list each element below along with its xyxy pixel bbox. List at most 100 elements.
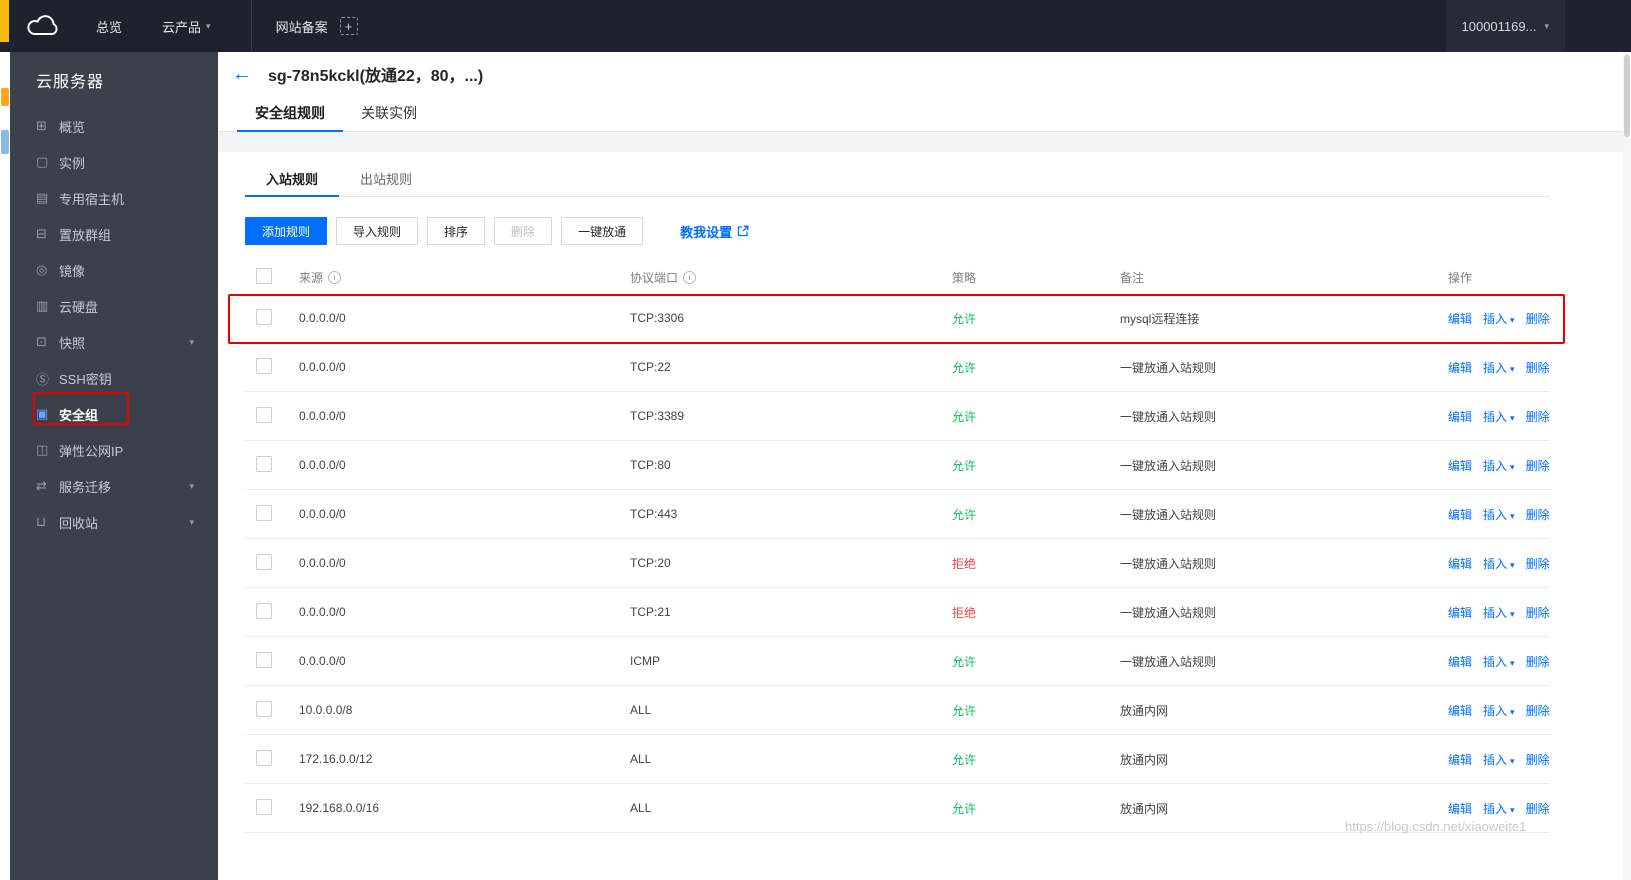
- sort-button[interactable]: 排序: [427, 217, 486, 245]
- chevron-down-icon: ▾: [1510, 461, 1515, 472]
- sidebar-item-dedicated-host[interactable]: ▤ 专用宿主机: [10, 180, 218, 216]
- delete-link[interactable]: 删除: [1526, 653, 1550, 670]
- sidebar-item-snapshot[interactable]: ⊡ 快照 ▾: [10, 324, 218, 360]
- rule-note: mysql远程连接: [1120, 311, 1200, 326]
- sidebar-item-cloud-disk[interactable]: ▥ 云硬盘: [10, 288, 218, 324]
- rule-policy: 允许: [952, 801, 977, 816]
- browser-bookmark-icon: [1, 130, 9, 154]
- edit-link[interactable]: 编辑: [1448, 800, 1472, 817]
- edit-link[interactable]: 编辑: [1448, 408, 1472, 425]
- delete-link[interactable]: 删除: [1526, 702, 1550, 719]
- help-link[interactable]: 教我设置: [680, 222, 749, 241]
- insert-link[interactable]: 插入 ▾: [1483, 506, 1515, 523]
- row-checkbox[interactable]: [256, 602, 272, 619]
- chevron-down-icon: ▾: [1510, 412, 1515, 423]
- rule-port: TCP:3306: [630, 311, 685, 325]
- insert-link[interactable]: 插入 ▾: [1483, 751, 1515, 768]
- row-checkbox[interactable]: [256, 798, 272, 815]
- scrollbar-thumb[interactable]: [1624, 55, 1630, 137]
- add-tab-icon[interactable]: +: [339, 17, 358, 35]
- info-icon[interactable]: i: [683, 271, 697, 284]
- import-rule-button[interactable]: 导入规则: [336, 217, 419, 245]
- sidebar-item-placement-group[interactable]: ⊟ 置放群组: [10, 216, 218, 252]
- account-dropdown[interactable]: 100001169... ▾: [1445, 0, 1565, 52]
- delete-link[interactable]: 删除: [1526, 408, 1550, 425]
- section-divider-band: [218, 132, 1631, 152]
- rules-toolbar: 添加规则 导入规则 排序 删除 一键放通 教我设置: [245, 217, 1631, 245]
- delete-link[interactable]: 删除: [1526, 751, 1550, 768]
- edit-link[interactable]: 编辑: [1448, 702, 1472, 719]
- row-checkbox[interactable]: [256, 504, 272, 521]
- pinned-tab-website-record[interactable]: 网站备案: [276, 17, 328, 36]
- vertical-scrollbar[interactable]: [1623, 52, 1631, 880]
- insert-link[interactable]: 插入 ▾: [1483, 702, 1515, 719]
- edit-link[interactable]: 编辑: [1448, 555, 1472, 572]
- edit-link[interactable]: 编辑: [1448, 310, 1472, 327]
- delete-link[interactable]: 删除: [1526, 800, 1550, 817]
- rule-note: 一键放通入站规则: [1120, 556, 1217, 571]
- open-all-button[interactable]: 一键放通: [561, 217, 644, 245]
- insert-link[interactable]: 插入 ▾: [1483, 359, 1515, 376]
- sidebar-item-recycle-bin[interactable]: ⊔ 回收站 ▾: [10, 504, 218, 540]
- add-rule-button[interactable]: 添加规则: [245, 217, 328, 245]
- delete-link[interactable]: 删除: [1526, 310, 1550, 327]
- sidebar-item-overview[interactable]: ⊞ 概览: [10, 108, 218, 144]
- insert-link[interactable]: 插入 ▾: [1483, 457, 1515, 474]
- nav-item-overview[interactable]: 总览: [96, 17, 122, 36]
- delete-link[interactable]: 删除: [1526, 555, 1550, 572]
- browser-bookmark-icon: [1, 88, 9, 106]
- row-checkbox[interactable]: [256, 308, 272, 325]
- table-row: 0.0.0.0/0 ICMP 允许 一键放通入站规则 编辑 插入 ▾ 删除: [245, 637, 1550, 686]
- sidebar-item-instances[interactable]: ▢ 实例: [10, 144, 218, 180]
- edit-link[interactable]: 编辑: [1448, 359, 1472, 376]
- row-checkbox[interactable]: [256, 553, 272, 570]
- delete-button[interactable]: 删除: [494, 217, 553, 245]
- delete-link[interactable]: 删除: [1526, 457, 1550, 474]
- tab-outbound-rules[interactable]: 出站规则: [339, 164, 433, 197]
- tab-associated-instances[interactable]: 关联实例: [343, 96, 435, 132]
- sidebar-item-images[interactable]: ◎ 镜像: [10, 252, 218, 288]
- row-checkbox[interactable]: [256, 651, 272, 668]
- page-title: sg-78n5kckl(放通22，80，...): [268, 68, 484, 85]
- insert-link[interactable]: 插入 ▾: [1483, 604, 1515, 621]
- info-icon[interactable]: i: [328, 271, 342, 284]
- insert-link[interactable]: 插入 ▾: [1483, 555, 1515, 572]
- tab-inbound-rules[interactable]: 入站规则: [245, 164, 340, 197]
- table-row: 172.16.0.0/12 ALL 允许 放通内网 编辑 插入 ▾ 删除: [245, 735, 1550, 784]
- rule-note: 一键放通入站规则: [1120, 507, 1217, 522]
- sidebar-menu: ⊞ 概览 ▢ 实例 ▤ 专用宿主机 ⊟ 置放群组 ◎ 镜像 ▥ 云硬盘 ⊡ 快照…: [10, 108, 218, 540]
- delete-link[interactable]: 删除: [1526, 359, 1550, 376]
- sidebar-item-migration[interactable]: ⇄ 服务迁移 ▾: [10, 468, 218, 504]
- select-all-checkbox[interactable]: [256, 268, 272, 284]
- edit-link[interactable]: 编辑: [1448, 751, 1472, 768]
- row-checkbox[interactable]: [256, 700, 272, 717]
- back-arrow-icon[interactable]: ←: [232, 64, 258, 84]
- tencent-cloud-console: 总览 云产品 ▾ 网站备案 + 100001169... ▾ 云服务器 ⊞ 概览…: [0, 0, 1631, 880]
- tab-security-group-rules[interactable]: 安全组规则: [237, 96, 343, 132]
- edit-link[interactable]: 编辑: [1448, 604, 1472, 621]
- edit-link[interactable]: 编辑: [1448, 506, 1472, 523]
- nav-item-cloud-products[interactable]: 云产品 ▾: [162, 17, 211, 36]
- insert-link[interactable]: 插入 ▾: [1483, 310, 1515, 327]
- insert-link[interactable]: 插入 ▾: [1483, 800, 1515, 817]
- insert-link[interactable]: 插入 ▾: [1483, 408, 1515, 425]
- chevron-down-icon: ▾: [1510, 755, 1515, 766]
- edit-link[interactable]: 编辑: [1448, 457, 1472, 474]
- row-checkbox[interactable]: [256, 406, 272, 423]
- browser-bookmark-icon: [0, 0, 9, 42]
- table-row: 0.0.0.0/0 TCP:22 允许 一键放通入站规则 编辑 插入 ▾ 删除: [245, 343, 1550, 392]
- sidebar-item-ssh-key[interactable]: Ⓢ SSH密钥: [10, 360, 218, 396]
- sidebar-item-eip[interactable]: ◫ 弹性公网IP: [10, 432, 218, 468]
- delete-link[interactable]: 删除: [1526, 604, 1550, 621]
- edit-link[interactable]: 编辑: [1448, 653, 1472, 670]
- rule-port: TCP:443: [630, 507, 678, 521]
- chevron-down-icon: ▾: [189, 480, 194, 491]
- row-checkbox[interactable]: [256, 749, 272, 766]
- rule-policy: 允许: [952, 752, 977, 767]
- row-checkbox[interactable]: [256, 455, 272, 472]
- delete-link[interactable]: 删除: [1526, 506, 1550, 523]
- row-checkbox[interactable]: [256, 357, 272, 374]
- sidebar-item-security-group[interactable]: ▣ 安全组: [10, 396, 218, 432]
- insert-link[interactable]: 插入 ▾: [1483, 653, 1515, 670]
- tencent-cloud-logo-icon[interactable]: [24, 13, 62, 39]
